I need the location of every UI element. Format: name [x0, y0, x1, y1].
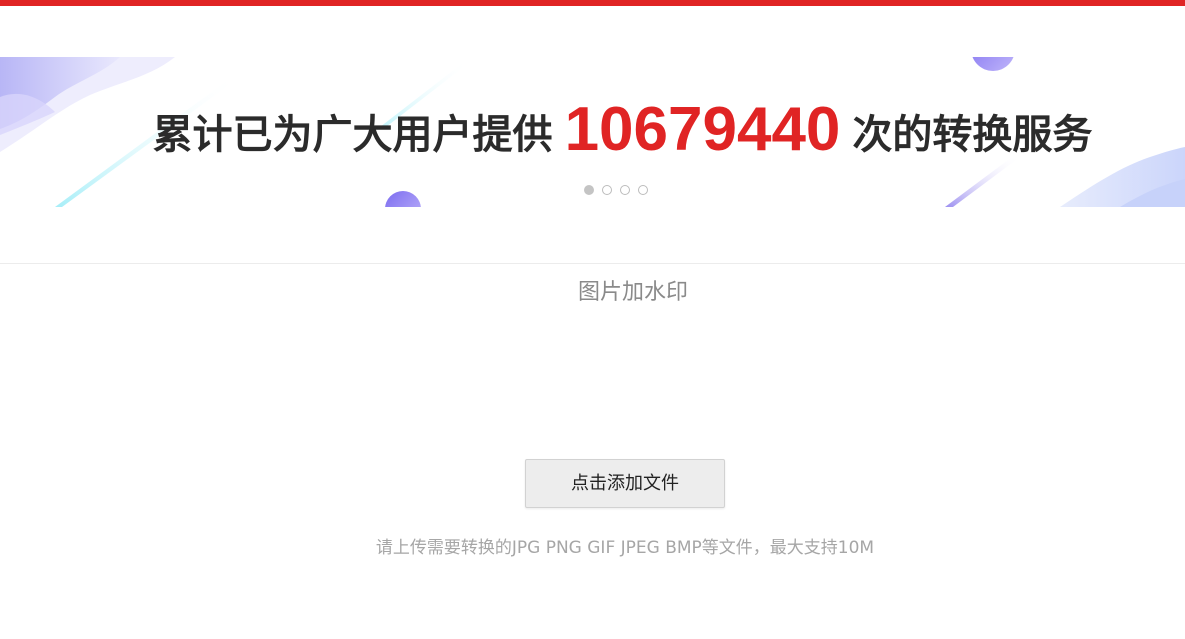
banner-text-before: 累计已为广大用户提供 [152, 112, 553, 158]
carousel-dot-1[interactable] [584, 185, 594, 195]
stats-banner: 累计已为广大用户提供 10679440 次的转换服务 [0, 57, 1185, 207]
banner-headline: 累计已为广大用户提供 10679440 次的转换服务 [0, 95, 1185, 170]
carousel-dot-3[interactable] [620, 185, 630, 195]
carousel-dots [584, 185, 648, 195]
add-file-button[interactable]: 点击添加文件 [525, 459, 725, 508]
top-accent-bar [0, 0, 1185, 6]
page-title: 图片加水印 [577, 280, 688, 305]
carousel-dot-2[interactable] [602, 185, 612, 195]
section-divider [0, 263, 1185, 264]
banner-text-after: 次的转换服务 [852, 112, 1093, 158]
conversion-count: 10679440 [564, 95, 841, 164]
upload-hint: 请上传需要转换的JPG PNG GIF JPEG BMP等文件，最大支持10M [375, 538, 875, 558]
carousel-dot-4[interactable] [638, 185, 648, 195]
